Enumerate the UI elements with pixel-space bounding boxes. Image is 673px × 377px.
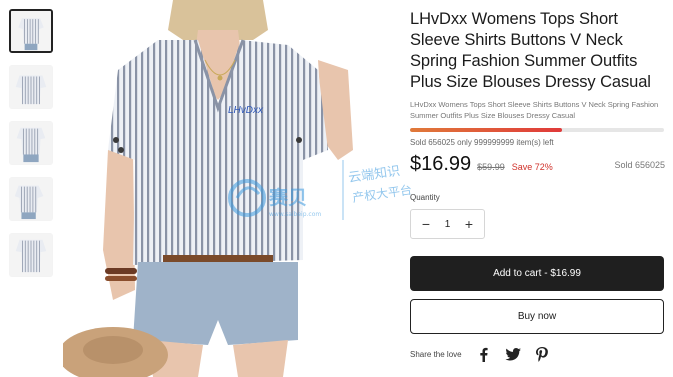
thumbnail-image [10,66,52,108]
product-subtitle: LHvDxx Womens Tops Short Sleeve Shirts B… [410,100,659,120]
original-price: $59.99 [477,162,505,172]
thumbnail-image [10,234,52,276]
buy-now-button[interactable]: Buy now [410,299,664,334]
thumbnail-list [9,9,55,289]
facebook-icon[interactable] [474,346,494,362]
thumbnail-image [10,178,52,220]
thumbnail-1[interactable] [9,9,53,53]
quantity-stepper: − 1 + [410,209,485,239]
product-title: LHvDxx Womens Tops Short Sleeve Shirts B… [410,10,651,91]
stock-progress-bar [410,128,664,132]
thumbnail-5[interactable] [9,233,53,277]
discount-badge: Save 72% [511,162,553,172]
add-to-cart-button[interactable]: Add to cart - $16.99 [410,256,664,291]
product-info: LHvDxx Womens Tops Short Sleeve Shirts B… [410,9,665,362]
quantity-value[interactable]: 1 [445,219,451,230]
thumbnail-2[interactable] [9,65,53,109]
sold-count: Sold 656025 [614,160,665,170]
quantity-decrease-button[interactable]: − [420,216,432,232]
stock-text: Sold 656025 only 999999999 item(s) left [410,138,554,147]
thumbnail-4[interactable] [9,177,53,221]
shirt-brand-print: LHvDxx [228,105,264,116]
share-row: Share the love [410,346,665,362]
stock-progress-fill [410,128,563,132]
pinterest-icon[interactable] [532,346,552,362]
share-label: Share the love [410,349,462,359]
quantity-label: Quantity [410,193,440,202]
main-product-image[interactable]: LHvDxx [63,0,363,377]
twitter-icon[interactable] [503,346,523,362]
thumbnail-image [11,11,51,51]
price-row: $16.99 $59.99 Save 72% Sold 656025 [410,153,665,177]
quantity-increase-button[interactable]: + [463,216,475,232]
current-price: $16.99 [410,153,472,175]
share-icons [474,346,561,362]
thumbnail-3[interactable] [9,121,53,165]
product-photo: LHvDxx [63,0,363,377]
thumbnail-image [10,122,52,164]
